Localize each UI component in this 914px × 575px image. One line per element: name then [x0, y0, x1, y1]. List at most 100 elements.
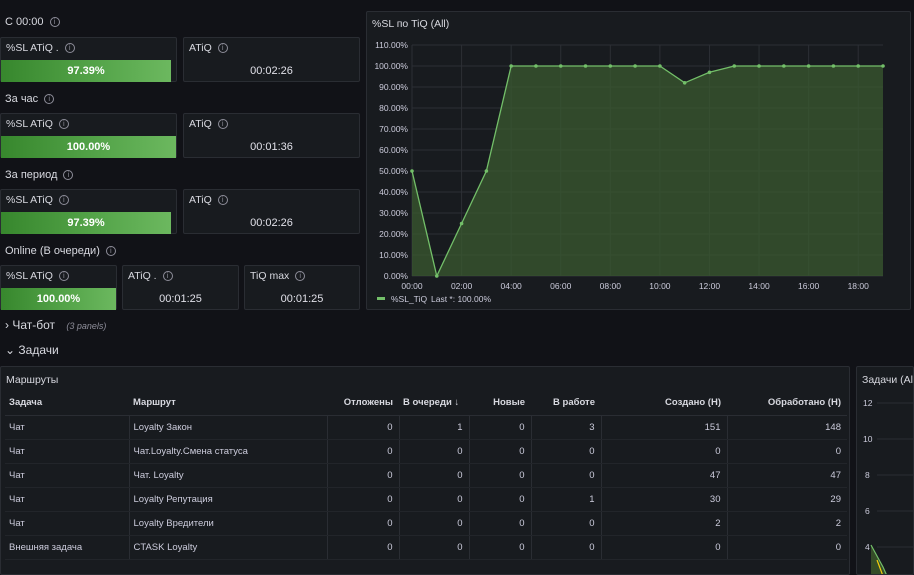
data-point [459, 221, 464, 226]
atiq-value: 00:02:26 [250, 65, 293, 77]
panel-title: ATiQ i [189, 42, 228, 54]
info-icon[interactable]: i [58, 119, 69, 130]
table-cell: 0 [326, 415, 399, 440]
column-header-label: В очереди [403, 397, 452, 409]
panel-title: %SL ATiQ i [6, 270, 69, 282]
panel-title-text: %SL ATiQ . [6, 42, 59, 54]
table-cell: 0 [398, 463, 469, 488]
table-cell: 0 [326, 439, 399, 464]
y-tick-label: 30.00% [379, 208, 408, 218]
sl-atiq-period-panel: %SL ATiQ i 97.39% [0, 189, 177, 234]
table-cell: 0 [468, 487, 531, 512]
sl-value: 100.00% [36, 293, 81, 305]
panel-title: ATiQ . i [128, 270, 173, 282]
table-row[interactable]: Чат Чат. Loyalty 0 0 0 0 47 47 [5, 463, 847, 488]
section-title-text: С 00:00 [5, 16, 44, 28]
tasks-chart-partial [870, 402, 913, 574]
sl-atiq-hour-panel: %SL ATiQ i 100.00% [0, 113, 177, 158]
panel-title-text: TiQ max [250, 270, 290, 282]
table-cell: Loyalty Закон [128, 415, 327, 440]
sl-progress-bar: 97.39% [1, 60, 171, 82]
info-icon[interactable]: i [64, 43, 75, 54]
info-icon[interactable]: i [162, 271, 173, 282]
column-header[interactable]: Маршрут [129, 391, 327, 416]
section-title-text: За период [5, 169, 58, 181]
info-icon[interactable]: i [295, 271, 306, 282]
table-cell: CTASK Loyalty [128, 535, 327, 560]
table-cell: 1 [530, 487, 601, 512]
data-point [658, 64, 662, 68]
sl-progress-bar: 100.00% [1, 288, 116, 310]
sl-progress-bar: 100.00% [1, 136, 176, 158]
data-point [831, 64, 836, 68]
info-icon[interactable]: i [217, 195, 228, 206]
table-cell: 0 [468, 439, 531, 464]
table-cell: 0 [530, 439, 601, 464]
info-icon[interactable]: i [49, 17, 60, 28]
table-cell: 2 [726, 511, 847, 536]
x-tick-label: 18:00 [848, 281, 870, 291]
column-header[interactable]: В работе [531, 391, 601, 416]
info-icon[interactable]: i [63, 170, 74, 181]
table-cell: 0 [398, 511, 469, 536]
sl-tiq-chart[interactable]: 0.00% 10.00% 20.00% 30.00% 40.00% 50.00% 60.00… [367, 12, 910, 309]
data-point [583, 64, 588, 68]
x-tick-label: 10:00 [649, 281, 671, 291]
row-chatbot-panel-count: (3 panels) [66, 321, 107, 331]
data-point [732, 64, 737, 68]
table-cell: 1 [398, 415, 469, 440]
panel-title: TiQ max i [250, 270, 306, 282]
info-icon[interactable]: i [217, 119, 228, 130]
row-chatbot[interactable]: › Чат-бот (3 panels) [5, 318, 106, 332]
table-cell: 0 [326, 487, 399, 512]
atiq-online-panel: ATiQ . i 00:01:25 [122, 265, 239, 310]
data-point [509, 64, 513, 68]
table-cell: 0 [468, 535, 531, 560]
column-header[interactable]: Обработано (Н) [727, 391, 847, 416]
table-cell: 47 [600, 463, 727, 488]
sl-progress-bar: 97.39% [1, 212, 171, 234]
table-cell: Loyalty Репутация [128, 487, 327, 512]
column-header[interactable]: Создано (Н) [601, 391, 727, 416]
panel-title-text: %SL ATiQ [6, 118, 53, 130]
info-icon[interactable]: i [58, 271, 69, 282]
table-cell: 0 [530, 511, 601, 536]
info-icon[interactable]: i [105, 246, 116, 257]
panel-title-text: %SL ATiQ [6, 270, 53, 282]
table-row[interactable]: Чат Loyalty Репутация 0 0 0 1 30 29 [5, 487, 847, 512]
data-point [856, 64, 861, 68]
table-cell: Чат [5, 487, 129, 512]
atiq-period-panel: ATiQ i 00:02:26 [183, 189, 360, 234]
column-header-sorted[interactable]: В очереди ↓ [399, 391, 469, 416]
chevron-down-icon: ⌄ [5, 343, 16, 357]
table-row[interactable]: Чат Loyalty Вредители 0 0 0 0 2 2 [5, 511, 847, 536]
info-icon[interactable]: i [217, 43, 228, 54]
table-row[interactable]: Чат Loyalty Закон 0 1 0 3 151 148 [5, 415, 847, 440]
x-tick-label: 08:00 [600, 281, 622, 291]
info-icon[interactable]: i [44, 94, 55, 105]
section-title-period: За период i [5, 169, 74, 181]
x-tick-label: 16:00 [798, 281, 820, 291]
table-cell: Чат [5, 415, 129, 440]
y-tick-label: 60.00% [379, 145, 408, 155]
data-point [806, 64, 811, 68]
atiq-hour-panel: ATiQ i 00:01:36 [183, 113, 360, 158]
table-cell: 0 [530, 463, 601, 488]
atiq-value: 00:01:25 [159, 293, 202, 305]
column-header[interactable]: Задача [5, 391, 129, 416]
x-tick-label: 14:00 [748, 281, 770, 291]
info-icon[interactable]: i [58, 195, 69, 206]
tasks-chart-panel: Задачи (All 12 10 8 6 4 [856, 366, 914, 575]
table-cell: Чат.Loyalty.Смена статуса [128, 439, 327, 464]
x-tick-label: 00:00 [401, 281, 423, 291]
column-header[interactable]: Отложены [327, 391, 399, 416]
table-cell: 0 [398, 535, 469, 560]
table-header-row: Задача Маршрут Отложены В очереди ↓ Новы… [5, 391, 847, 416]
column-header[interactable]: Новые [469, 391, 531, 416]
data-point [707, 70, 712, 75]
y-tick-label: 110.00% [375, 40, 408, 50]
row-tasks[interactable]: ⌄ Задачи [5, 343, 59, 357]
x-tick-label: 06:00 [550, 281, 572, 291]
table-row[interactable]: Внешняя задача CTASK Loyalty 0 0 0 0 0 0 [5, 535, 847, 560]
table-row[interactable]: Чат Чат.Loyalty.Смена статуса 0 0 0 0 0 0 [5, 439, 847, 464]
